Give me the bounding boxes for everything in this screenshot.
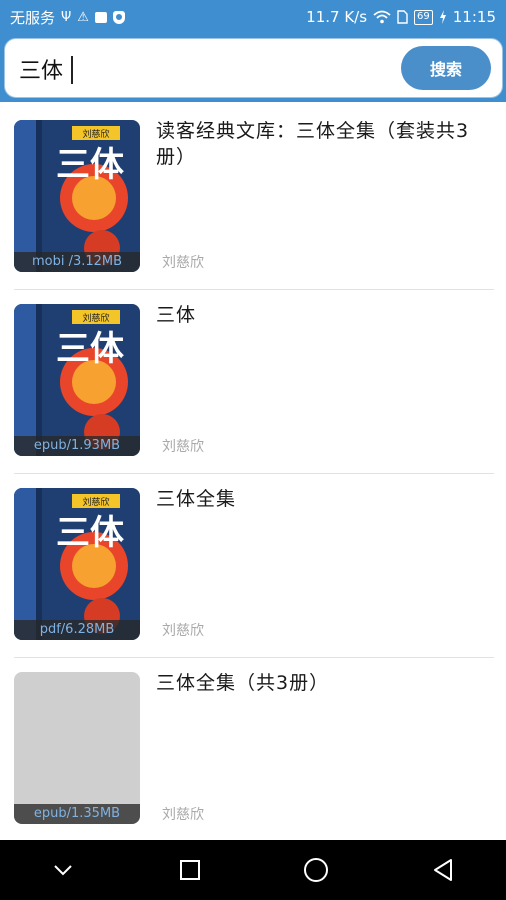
notification-icon [94, 11, 107, 23]
list-item[interactable]: 刘慈欣 三体 pdf/6.28MB 三体全集 刘慈欣 [14, 474, 494, 658]
cover-author-badge: 刘慈欣 [82, 312, 109, 324]
cover-author-badge: 刘慈欣 [82, 128, 109, 140]
format-size-label: epub/1.35MB [14, 804, 140, 824]
usb-icon: Ψ [61, 9, 72, 25]
format-size-label: epub/1.93MB [14, 436, 140, 456]
system-nav-bar [0, 840, 506, 900]
book-title[interactable]: 读客经典文库：三体全集（套装共3册） [156, 118, 486, 170]
wifi-icon [373, 10, 391, 24]
cover-image: 刘慈欣 三体 [14, 304, 140, 456]
home-icon [304, 858, 329, 882]
network-speed: 11.7 K/s [306, 8, 368, 26]
cover-title-text: 三体 [56, 329, 124, 369]
book-author: 刘慈欣 [162, 623, 204, 639]
book-author: 刘慈欣 [162, 255, 204, 271]
status-right: 11.7 K/s 69 11:15 [306, 8, 496, 26]
charging-icon [439, 10, 446, 24]
search-box: 搜索 [4, 38, 503, 98]
text-caret [71, 56, 73, 84]
search-input[interactable] [19, 51, 389, 87]
book-cover[interactable]: 刘慈欣 三体 pdf/6.28MB [14, 488, 140, 640]
book-cover-placeholder[interactable]: epub/1.35MB [14, 672, 140, 824]
book-cover[interactable]: 刘慈欣 三体 epub/1.93MB [14, 304, 140, 456]
warning-icon: ⚠ [77, 9, 89, 25]
recent-apps-icon [179, 860, 200, 880]
book-title[interactable]: 三体 [156, 302, 486, 328]
back-button[interactable] [413, 840, 473, 900]
format-size-label: pdf/6.28MB [14, 620, 140, 640]
book-author: 刘慈欣 [162, 807, 204, 823]
clock: 11:15 [452, 8, 496, 26]
battery-icon: 69 [414, 9, 433, 25]
cover-author-badge: 刘慈欣 [82, 496, 109, 508]
book-title[interactable]: 三体全集（共3册） [156, 670, 486, 696]
cover-image: 刘慈欣 三体 [14, 120, 140, 272]
cover-title-text: 三体 [56, 513, 124, 553]
list-item[interactable]: epub/1.35MB 三体全集（共3册） 刘慈欣 [14, 658, 494, 842]
back-icon [433, 859, 452, 881]
list-item[interactable]: 刘慈欣 三体 epub/1.93MB 三体 刘慈欣 [14, 290, 494, 474]
list-item[interactable]: 刘慈欣 三体 mobi /3.12MB 读客经典文库：三体全集（套装共3册） 刘… [14, 106, 494, 290]
book-cover[interactable]: 刘慈欣 三体 mobi /3.12MB [14, 120, 140, 272]
status-bar: 无服务 Ψ ⚠ 11.7 K/s 69 11:15 [0, 0, 506, 34]
recent-apps-button[interactable] [160, 840, 220, 900]
book-author: 刘慈欣 [162, 439, 204, 455]
status-left: 无服务 Ψ ⚠ [10, 7, 125, 28]
cover-image: 刘慈欣 三体 [14, 488, 140, 640]
search-header: 搜索 [0, 34, 506, 102]
format-size-label: mobi /3.12MB [14, 252, 140, 272]
home-button[interactable] [286, 840, 346, 900]
cover-title-text: 三体 [56, 145, 124, 185]
carrier-text: 无服务 [10, 8, 56, 27]
sim-icon [397, 10, 408, 24]
search-button[interactable]: 搜索 [401, 46, 491, 90]
chevron-down-icon [54, 865, 72, 876]
hide-nav-button[interactable] [33, 840, 93, 900]
book-title[interactable]: 三体全集 [156, 486, 486, 512]
shield-icon [112, 10, 125, 24]
